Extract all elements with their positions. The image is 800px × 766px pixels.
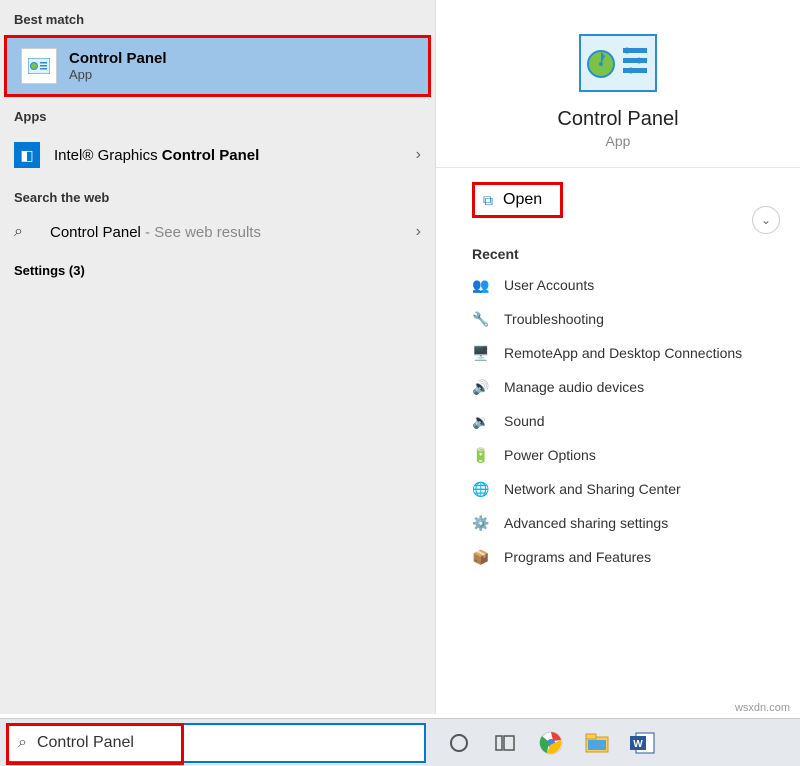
- chevron-right-icon[interactable]: ›: [416, 146, 421, 164]
- recent-item-label: Programs and Features: [504, 549, 651, 565]
- search-input[interactable]: [37, 734, 414, 752]
- search-icon: ⌕: [14, 223, 34, 241]
- sharing-icon: ⚙️: [472, 514, 490, 532]
- chrome-icon[interactable]: [536, 728, 566, 758]
- web-result-item[interactable]: ⌕ Control Panel - See web results ›: [0, 213, 435, 251]
- search-results-panel: Best match Control Panel App Apps ◧ Inte…: [0, 0, 436, 714]
- settings-header[interactable]: Settings (3): [0, 251, 435, 286]
- search-icon: ⌕: [18, 734, 27, 752]
- best-match-result[interactable]: Control Panel App: [4, 35, 431, 97]
- preview-sub: App: [606, 133, 631, 149]
- recent-item[interactable]: 📦 Programs and Features: [436, 540, 800, 574]
- app-result-label: Intel® Graphics Control Panel: [54, 147, 416, 164]
- open-icon: ⧉: [483, 192, 493, 209]
- recent-item-label: RemoteApp and Desktop Connections: [504, 345, 742, 361]
- watermark: wsxdn.com: [735, 702, 790, 714]
- svg-text:W: W: [633, 739, 643, 750]
- recent-item-label: Manage audio devices: [504, 379, 644, 395]
- task-view-icon[interactable]: [490, 728, 520, 758]
- open-action[interactable]: ⧉ Open: [472, 182, 563, 218]
- recent-item[interactable]: 🔉 Sound: [436, 404, 800, 438]
- preview-panel: Control Panel App ⧉ Open ⌄ Recent 👥 User …: [436, 0, 800, 714]
- recent-item[interactable]: 👥 User Accounts: [436, 268, 800, 302]
- recent-item-label: Sound: [504, 413, 544, 429]
- cortana-icon[interactable]: [444, 728, 474, 758]
- app-result-item[interactable]: ◧ Intel® Graphics Control Panel ›: [0, 132, 435, 178]
- file-explorer-icon[interactable]: [582, 728, 612, 758]
- preview-title: Control Panel: [557, 108, 678, 131]
- power-options-icon: 🔋: [472, 446, 490, 464]
- audio-devices-icon: 🔊: [472, 378, 490, 396]
- best-match-header: Best match: [0, 0, 435, 35]
- expand-button[interactable]: ⌄: [752, 206, 780, 234]
- recent-item[interactable]: 🔊 Manage audio devices: [436, 370, 800, 404]
- web-result-label: Control Panel - See web results: [50, 224, 416, 241]
- control-panel-icon: [21, 48, 57, 84]
- recent-item[interactable]: 🔋 Power Options: [436, 438, 800, 472]
- taskbar: ⌕ W: [0, 718, 800, 766]
- recent-item-label: Power Options: [504, 447, 596, 463]
- preview-hero: Control Panel App: [436, 0, 800, 168]
- programs-icon: 📦: [472, 548, 490, 566]
- troubleshooting-icon: 🔧: [472, 310, 490, 328]
- control-panel-icon: [579, 34, 657, 92]
- recent-item-label: Advanced sharing settings: [504, 515, 668, 531]
- network-icon: 🌐: [472, 480, 490, 498]
- intel-graphics-icon: ◧: [14, 142, 40, 168]
- search-web-header: Search the web: [0, 178, 435, 213]
- word-icon[interactable]: W: [628, 728, 658, 758]
- chevron-right-icon[interactable]: ›: [416, 223, 421, 241]
- recent-item-label: User Accounts: [504, 277, 594, 293]
- recent-item-label: Network and Sharing Center: [504, 481, 681, 497]
- apps-header: Apps: [0, 97, 435, 132]
- sound-icon: 🔉: [472, 412, 490, 430]
- user-accounts-icon: 👥: [472, 276, 490, 294]
- recent-item[interactable]: ⚙️ Advanced sharing settings: [436, 506, 800, 540]
- recent-item[interactable]: 🖥️ RemoteApp and Desktop Connections: [436, 336, 800, 370]
- open-action-row: ⧉ Open ⌄: [436, 168, 800, 232]
- open-label: Open: [503, 191, 542, 209]
- recent-item[interactable]: 🔧 Troubleshooting: [436, 302, 800, 336]
- remoteapp-icon: 🖥️: [472, 344, 490, 362]
- best-match-title: Control Panel: [69, 50, 167, 67]
- recent-item-label: Troubleshooting: [504, 311, 604, 327]
- taskbar-search-box[interactable]: ⌕: [6, 723, 426, 763]
- recent-header: Recent: [436, 232, 800, 268]
- recent-item[interactable]: 🌐 Network and Sharing Center: [436, 472, 800, 506]
- best-match-sub: App: [69, 67, 167, 82]
